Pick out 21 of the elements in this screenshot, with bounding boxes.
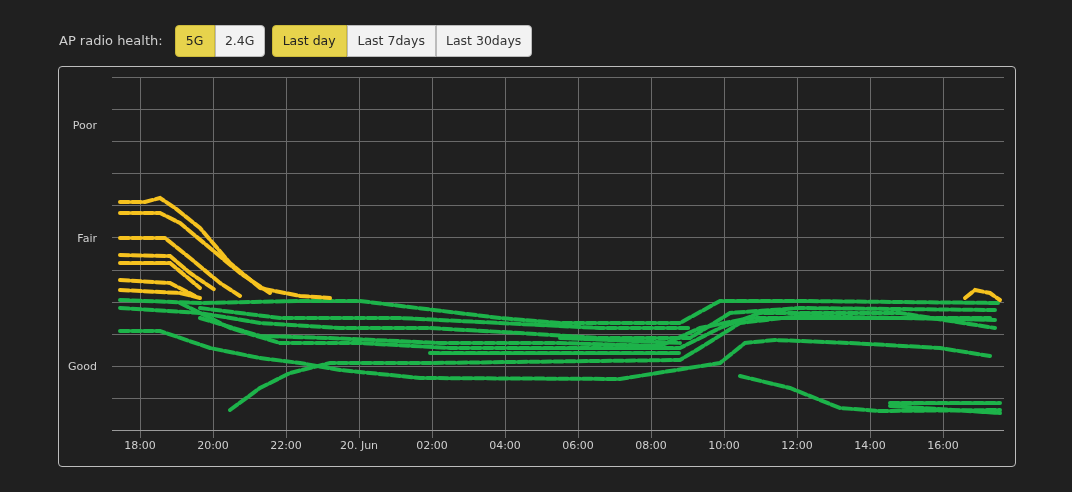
- axis-label: Fair: [77, 232, 97, 245]
- range-toggle[interactable]: Last 30days: [435, 25, 532, 57]
- axis-label: 20:00: [197, 439, 229, 452]
- range-toggle[interactable]: Last day: [271, 25, 347, 57]
- axis-label: 02:00: [416, 439, 448, 452]
- axis-label: 08:00: [635, 439, 667, 452]
- section-label: AP radio health:: [59, 32, 163, 51]
- band-toggle[interactable]: 2.4G: [214, 25, 265, 57]
- axis-label: 14:00: [854, 439, 886, 452]
- range-toggle[interactable]: Last 7days: [346, 25, 436, 57]
- axis-label: 04:00: [489, 439, 521, 452]
- axis-label: 18:00: [124, 439, 156, 452]
- axis-label: 10:00: [708, 439, 740, 452]
- axis-label: 16:00: [927, 439, 959, 452]
- band-toggle[interactable]: 5G: [174, 25, 215, 57]
- axis-label: Good: [68, 360, 97, 373]
- axis-label: 12:00: [781, 439, 813, 452]
- axis-label: Poor: [72, 119, 97, 132]
- axis-label: 20. Jun: [339, 439, 379, 452]
- axis-label: 06:00: [562, 439, 594, 452]
- axis-label: 22:00: [270, 439, 302, 452]
